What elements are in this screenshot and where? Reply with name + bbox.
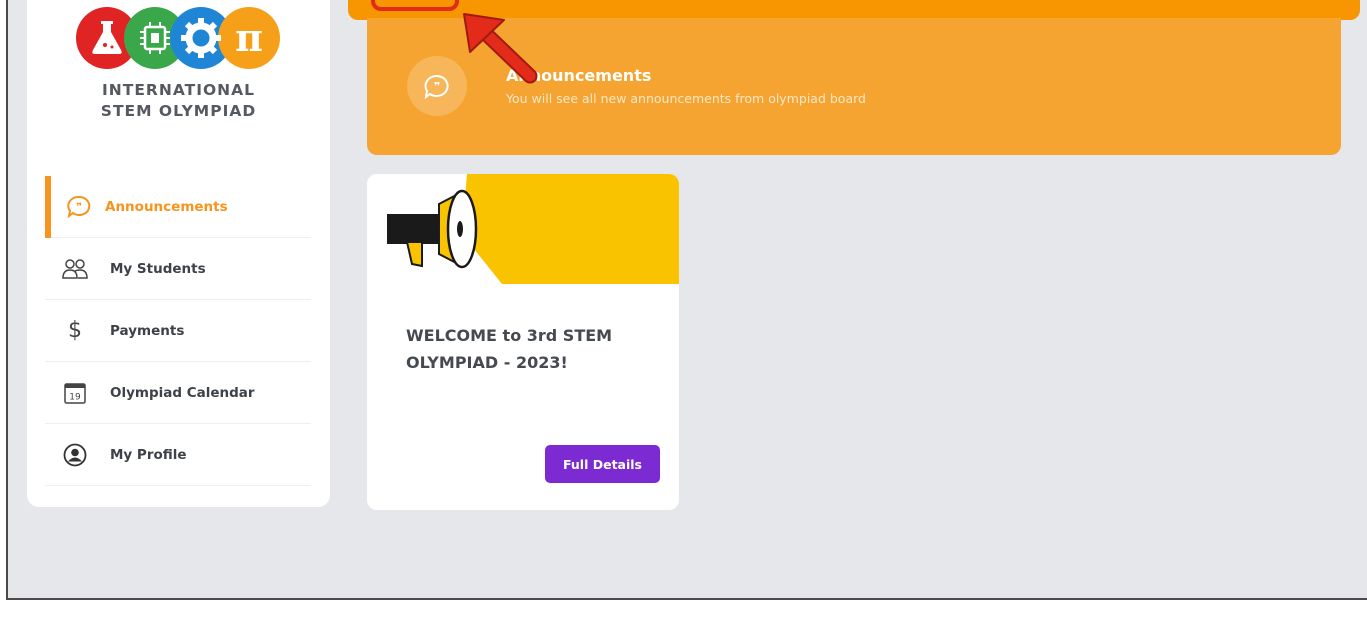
banner-subtitle: You will see all new announcements from …	[506, 91, 866, 106]
dollar-icon: $	[68, 318, 82, 343]
sidebar-item-olympiad-calendar[interactable]: 19 Olympiad Calendar	[45, 362, 311, 424]
sidebar-item-label: Announcements	[105, 198, 228, 215]
card-title: WELCOME to 3rd STEM OLYMPIAD - 2023!	[406, 326, 613, 372]
sidebar: π INTERNATIONAL STEM OLYMPIAD ❞ Announce…	[27, 0, 330, 507]
brand-line-1: INTERNATIONAL	[102, 81, 255, 99]
app-frame: π INTERNATIONAL STEM OLYMPIAD ❞ Announce…	[6, 0, 1367, 600]
sidebar-item-label: Payments	[110, 322, 185, 339]
sidebar-item-label: Olympiad Calendar	[110, 384, 255, 401]
svg-text:π: π	[235, 15, 263, 60]
sidebar-nav: ❞ Announcements My Students $ Payments 1…	[45, 176, 311, 486]
full-details-button[interactable]: Full Details	[545, 445, 660, 483]
brand-name: INTERNATIONAL STEM OLYMPIAD	[27, 80, 330, 122]
annotation-highlight-box	[371, 0, 459, 11]
sidebar-item-payments[interactable]: $ Payments	[45, 300, 311, 362]
users-icon	[60, 257, 90, 281]
annotation-arrow-icon	[463, 13, 538, 84]
speech-bubble-icon: ❞	[64, 195, 94, 219]
sidebar-item-my-profile[interactable]: My Profile	[45, 424, 311, 486]
sidebar-item-my-students[interactable]: My Students	[45, 238, 311, 300]
brand-line-2: STEM OLYMPIAD	[100, 102, 257, 120]
calendar-icon: 19	[60, 381, 90, 405]
announcement-card: WELCOME to 3rd STEM OLYMPIAD - 2023! Ful…	[367, 174, 679, 510]
olympiad-logo: π	[76, 7, 280, 69]
svg-text:❞: ❞	[434, 80, 440, 93]
sidebar-item-label: My Profile	[110, 446, 187, 463]
megaphone-icon	[367, 174, 679, 284]
svg-text:19: 19	[69, 392, 81, 402]
user-circle-icon	[60, 443, 90, 467]
sidebar-item-announcements[interactable]: ❞ Announcements	[45, 176, 311, 238]
svg-text:❞: ❞	[76, 202, 82, 213]
sidebar-item-label: My Students	[110, 260, 206, 277]
